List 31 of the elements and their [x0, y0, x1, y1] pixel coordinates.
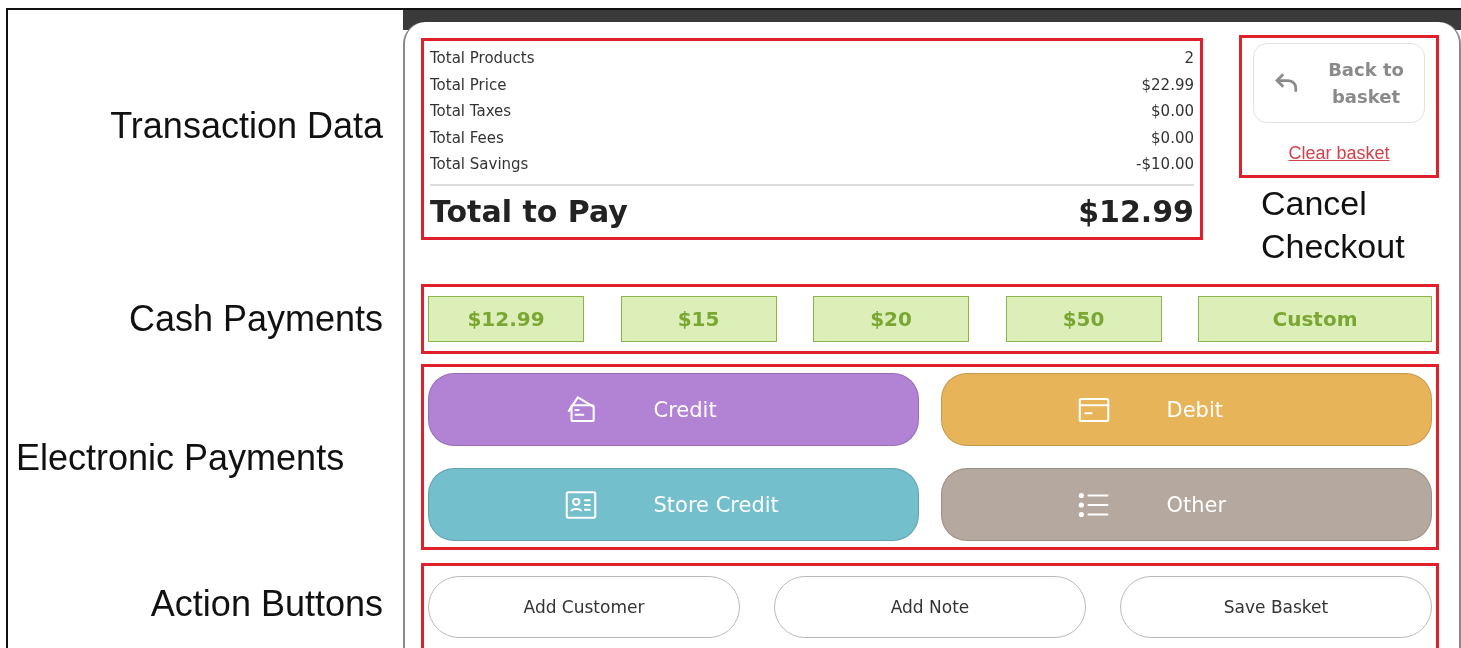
cash-amount-button[interactable]: $12.99	[428, 296, 584, 342]
summary-label: Total Products	[430, 49, 535, 68]
cash-amount-button[interactable]: $50	[1005, 296, 1162, 342]
clear-basket-link[interactable]: Clear basket	[1288, 143, 1390, 164]
summary-value: $0.00	[1151, 128, 1194, 147]
summary-label: Total Price	[430, 75, 507, 94]
summary-label: Total Taxes	[430, 102, 512, 121]
action-button[interactable]: Add Customer	[428, 576, 740, 638]
total-value: $12.99	[1078, 193, 1194, 229]
summary-label: Total Fees	[430, 128, 504, 147]
annotation-label: Cash Payments	[127, 297, 384, 341]
summary-value: $0.00	[1151, 102, 1194, 121]
payment-method-button[interactable]: Credit	[428, 373, 919, 446]
action-button[interactable]: Save Basket	[1120, 576, 1432, 638]
annotation-label: Cancel Checkout	[1261, 183, 1406, 267]
annotation-label: Action Buttons	[149, 582, 384, 626]
summary-label: Total Savings	[430, 155, 529, 174]
action-button[interactable]: Add Note	[774, 576, 1086, 638]
summary-value: $22.99	[1141, 75, 1194, 94]
payment-method-button[interactable]: Store Credit	[428, 468, 919, 541]
cash-amount-button[interactable]: Custom	[1198, 296, 1432, 342]
payment-method-button[interactable]: Debit	[941, 373, 1432, 446]
annotation-label: Transaction Data	[109, 104, 384, 148]
payment-method-button[interactable]: Other	[941, 468, 1432, 541]
total-label: Total to Pay	[430, 193, 628, 229]
cash-amount-button[interactable]: $20	[813, 296, 969, 342]
annotation-label: Electronic Payments	[15, 435, 346, 480]
summary-value: 2	[1184, 49, 1194, 68]
summary-value: -$10.00	[1136, 155, 1194, 174]
back-to-basket-button[interactable]: Back to basket	[1253, 43, 1425, 123]
cash-amount-button[interactable]: $15	[620, 296, 777, 342]
